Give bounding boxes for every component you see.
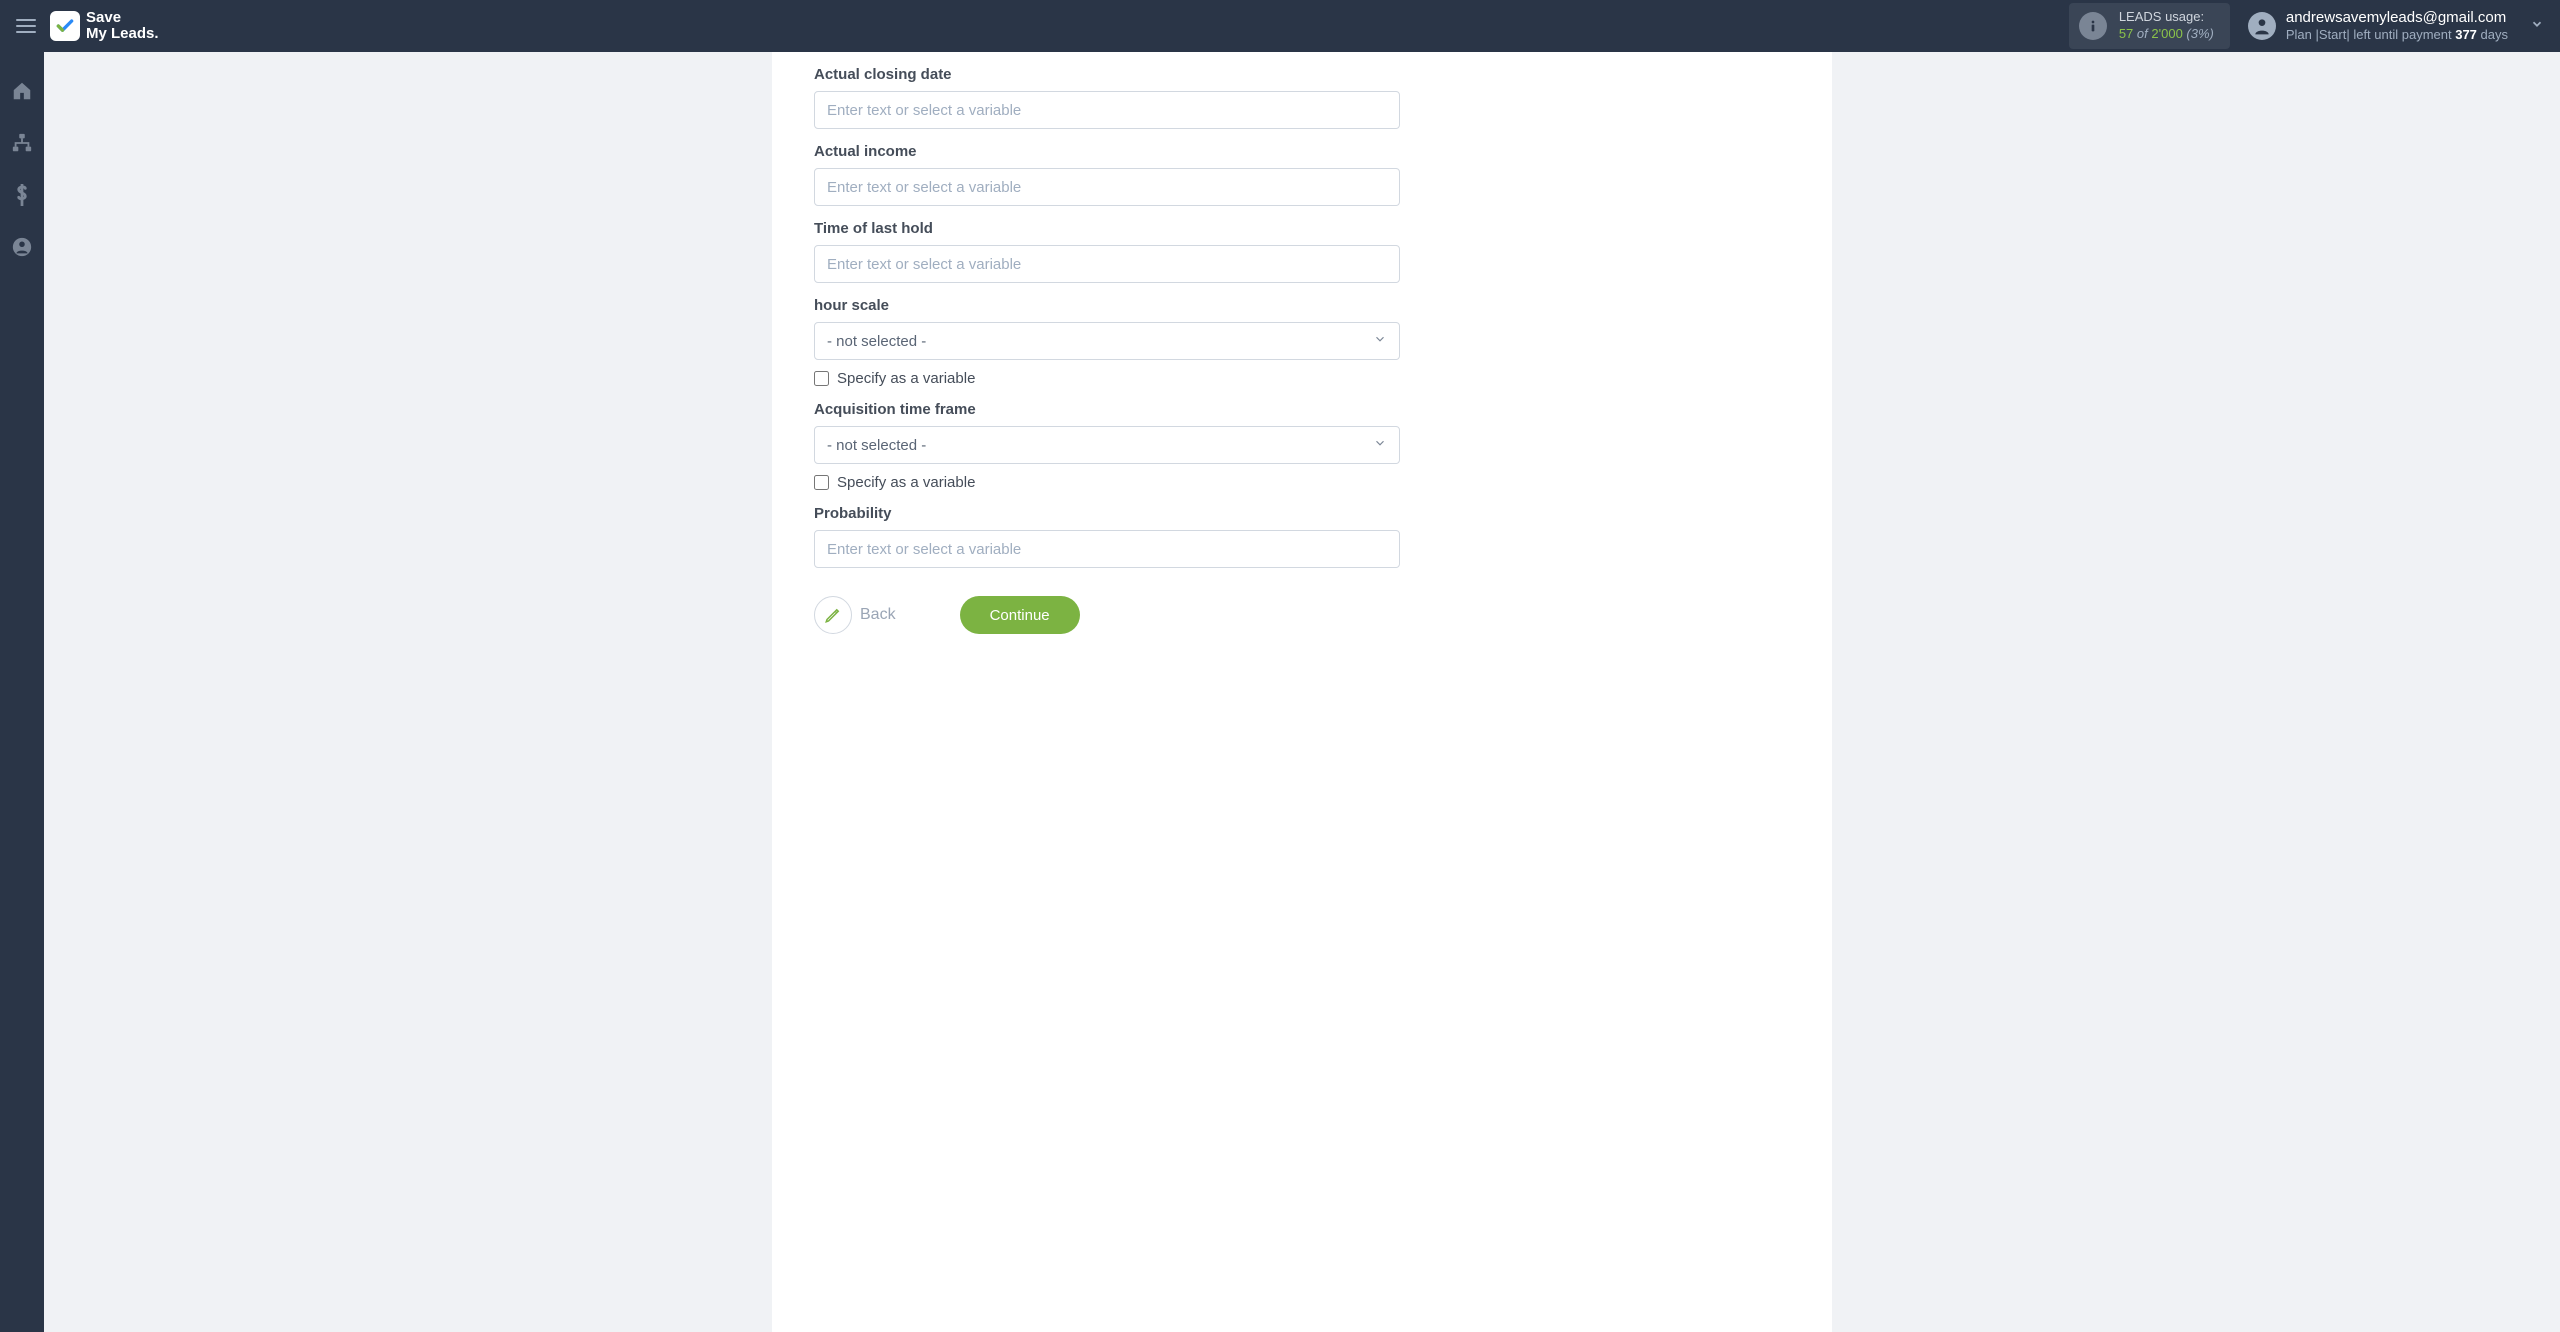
field-actual-closing-date: Actual closing date <box>814 66 1400 129</box>
sidebar-item-billing[interactable] <box>7 180 37 210</box>
label-actual-closing-date: Actual closing date <box>814 66 1400 83</box>
field-acquisition-time-frame: Acquisition time frame - not selected - … <box>814 401 1400 491</box>
specify-acquisition-row[interactable]: Specify as a variable <box>814 474 1400 491</box>
sidebar-item-account[interactable] <box>7 232 37 262</box>
header: Save My Leads. LEADS usage: 57 of 2'000 … <box>0 0 2560 52</box>
form: Actual closing date Actual income Time o… <box>814 66 1400 634</box>
field-probability: Probability <box>814 505 1400 568</box>
back-button[interactable]: Back <box>814 596 896 634</box>
main: Actual closing date Actual income Time o… <box>44 52 2560 1332</box>
user-plan: Plan |Start| left until payment 377 days <box>2286 27 2508 44</box>
select-hour-scale-value: - not selected - <box>827 333 926 350</box>
continue-button[interactable]: Continue <box>960 596 1080 634</box>
input-actual-closing-date[interactable] <box>814 91 1400 129</box>
plan-days: 377 <box>2455 27 2477 42</box>
chevron-down-icon <box>1373 332 1387 350</box>
plan-suffix: days <box>2477 27 2508 42</box>
pencil-icon <box>814 596 852 634</box>
usage-count: 57 <box>2119 26 2133 41</box>
sidebar-item-home[interactable] <box>7 76 37 106</box>
label-hour-scale: hour scale <box>814 297 1400 314</box>
usage-box: LEADS usage: 57 of 2'000 (3%) <box>2069 3 2230 49</box>
label-acquisition-time-frame: Acquisition time frame <box>814 401 1400 418</box>
checkbox-hour-scale-label: Specify as a variable <box>837 370 975 387</box>
input-actual-income[interactable] <box>814 168 1400 206</box>
field-hour-scale: hour scale - not selected - Specify as a… <box>814 297 1400 387</box>
sidebar-item-connections[interactable] <box>7 128 37 158</box>
usage-pct: (3%) <box>2186 26 2213 41</box>
select-acquisition-time-frame-value: - not selected - <box>827 437 926 454</box>
checkbox-acquisition-label: Specify as a variable <box>837 474 975 491</box>
user-email: andrewsavemyleads@gmail.com <box>2286 8 2508 28</box>
logo-line2: My Leads. <box>86 26 159 43</box>
logo[interactable]: Save My Leads. <box>50 10 159 43</box>
logo-line1: Save <box>86 10 159 27</box>
usage-values: 57 of 2'000 (3%) <box>2119 26 2214 43</box>
usage-of: of <box>2137 26 2148 41</box>
user-menu[interactable]: andrewsavemyleads@gmail.com Plan |Start|… <box>2248 8 2548 44</box>
usage-limit: 2'000 <box>2151 26 2182 41</box>
chevron-down-icon <box>1373 436 1387 454</box>
select-acquisition-time-frame[interactable]: - not selected - <box>814 426 1400 464</box>
select-hour-scale[interactable]: - not selected - <box>814 322 1400 360</box>
label-actual-income: Actual income <box>814 143 1400 160</box>
hamburger-menu[interactable] <box>12 12 40 40</box>
label-time-last-hold: Time of last hold <box>814 220 1400 237</box>
logo-icon <box>50 11 80 41</box>
plan-prefix: Plan |Start| left until payment <box>2286 27 2455 42</box>
chevron-down-icon <box>2530 17 2544 34</box>
input-probability[interactable] <box>814 530 1400 568</box>
form-actions: Back Continue <box>814 596 1400 634</box>
avatar-icon <box>2248 12 2276 40</box>
checkbox-hour-scale-specify[interactable] <box>814 371 829 386</box>
label-probability: Probability <box>814 505 1400 522</box>
field-time-last-hold: Time of last hold <box>814 220 1400 283</box>
usage-label: LEADS usage: <box>2119 9 2214 26</box>
user-text: andrewsavemyleads@gmail.com Plan |Start|… <box>2286 8 2508 44</box>
info-icon <box>2079 12 2107 40</box>
specify-hour-scale-row[interactable]: Specify as a variable <box>814 370 1400 387</box>
field-actual-income: Actual income <box>814 143 1400 206</box>
back-label: Back <box>860 606 896 624</box>
input-time-last-hold[interactable] <box>814 245 1400 283</box>
form-card: Actual closing date Actual income Time o… <box>772 52 1832 1332</box>
checkbox-acquisition-specify[interactable] <box>814 475 829 490</box>
sidebar <box>0 52 44 1332</box>
usage-text: LEADS usage: 57 of 2'000 (3%) <box>2119 9 2214 43</box>
logo-text: Save My Leads. <box>86 10 159 43</box>
